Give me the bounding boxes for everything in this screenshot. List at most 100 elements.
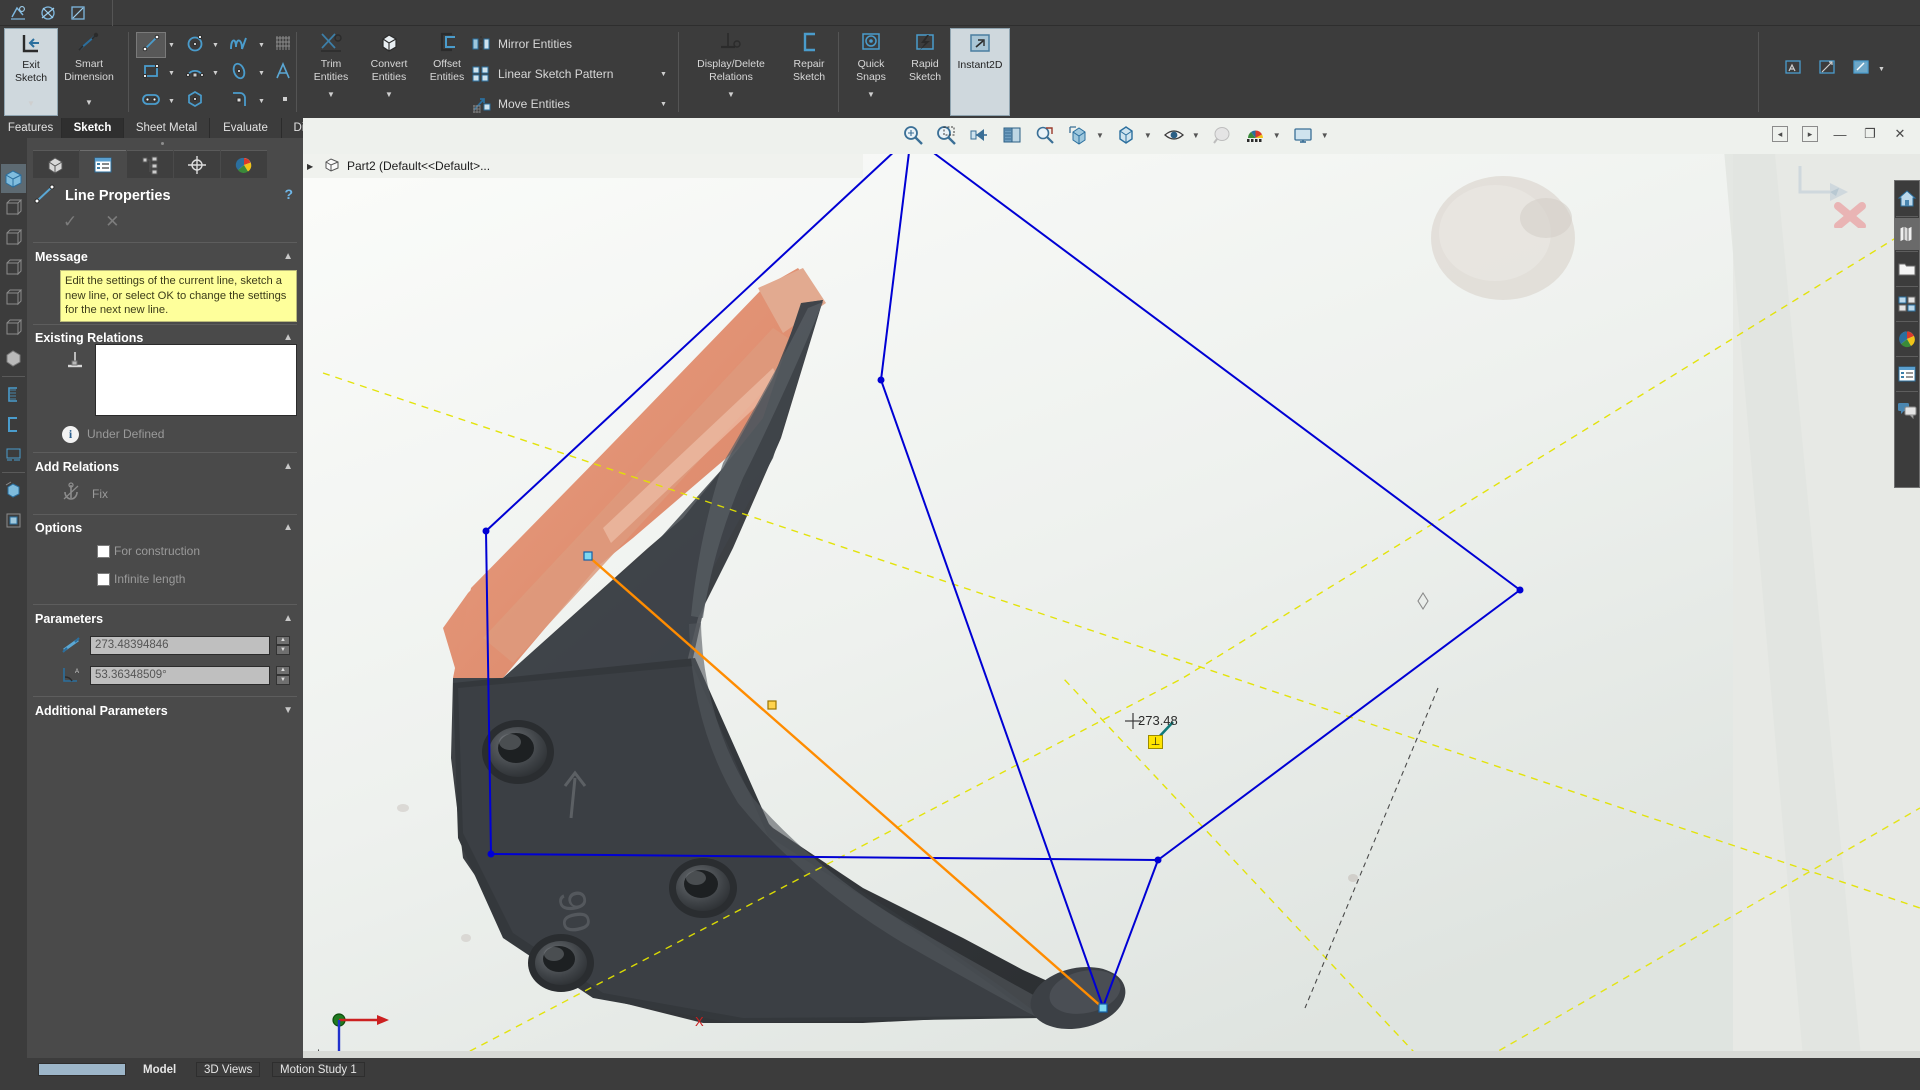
line-dropdown-icon[interactable]: ▼: [168, 42, 175, 49]
bottom-tab-model[interactable]: Model: [136, 1062, 184, 1077]
document-thumbnail[interactable]: [38, 1063, 126, 1076]
polygon-tool-button[interactable]: [180, 88, 210, 114]
sketch-canvas[interactable]: 90: [303, 118, 1920, 1083]
rebuild-icon[interactable]: [6, 2, 30, 24]
top-view-icon[interactable]: [1, 224, 26, 253]
smart-dimension-button[interactable]: Smart Dimension ▼: [62, 28, 116, 109]
rectangle-dropdown-icon[interactable]: ▼: [168, 70, 175, 77]
circle-tool-button[interactable]: [180, 32, 210, 58]
existing-relations-collapse-icon[interactable]: ▲: [283, 332, 293, 343]
spline-dropdown-icon[interactable]: ▼: [258, 42, 265, 49]
tab-features[interactable]: Features: [0, 118, 62, 138]
rectangle-tool-button[interactable]: [136, 60, 166, 86]
for-construction-checkbox[interactable]: [97, 544, 110, 558]
sketch-rebuild-icon[interactable]: [66, 2, 90, 24]
bottom-tab-motion-study[interactable]: Motion Study 1: [272, 1062, 365, 1077]
horizontal-scrollbar[interactable]: [303, 1051, 1920, 1058]
zoom-to-fit-icon[interactable]: [898, 120, 928, 150]
repair-sketch-button[interactable]: Repair Sketch: [782, 28, 836, 83]
tab-evaluate[interactable]: Evaluate: [210, 118, 282, 138]
design-library-icon[interactable]: [1895, 218, 1919, 250]
view-settings-icon[interactable]: [1288, 120, 1318, 150]
help-icon[interactable]: ?: [284, 186, 293, 202]
perpendicular-relation-badge[interactable]: ⊥: [1148, 735, 1163, 749]
move-entities-button[interactable]: Move Entities: [470, 92, 570, 116]
add-relations-collapse-icon[interactable]: ▲: [283, 461, 293, 472]
offset-entities-button[interactable]: Offset Entities: [420, 28, 474, 83]
apply-scene-dropdown-icon[interactable]: ▼: [1273, 131, 1281, 140]
solidworks-forum-icon[interactable]: [1895, 393, 1919, 425]
parameters-collapse-icon[interactable]: ▲: [283, 613, 293, 624]
sketch-picture-button[interactable]: [1778, 56, 1808, 82]
quick-snaps-button[interactable]: Quick Snaps ▼: [844, 28, 898, 101]
rebuild-all-icon[interactable]: [36, 2, 60, 24]
maximize-icon[interactable]: ❐: [1862, 126, 1878, 142]
linear-sketch-pattern-button[interactable]: Linear Sketch Pattern: [470, 62, 613, 86]
edit-appearance-icon[interactable]: [1207, 120, 1237, 150]
display-style-dropdown-icon[interactable]: ▼: [1144, 131, 1152, 140]
isometric-view-icon[interactable]: [1, 164, 26, 193]
options-collapse-icon[interactable]: ▲: [283, 522, 293, 533]
dimxpert-manager-tab[interactable]: [174, 150, 220, 178]
back-view-icon[interactable]: [1, 284, 26, 313]
view-palette-icon[interactable]: [1895, 288, 1919, 320]
mirror-entities-button[interactable]: Mirror Entities: [470, 32, 572, 56]
right-view-icon[interactable]: [1, 254, 26, 283]
ellipse-dropdown-icon[interactable]: ▼: [258, 70, 265, 77]
close-icon[interactable]: ✕: [1892, 126, 1908, 142]
file-explorer-icon[interactable]: [1895, 253, 1919, 285]
sketch-ink-button[interactable]: [1846, 56, 1876, 82]
spline-tool-button[interactable]: [224, 32, 254, 58]
smart-dimension-dropdown-icon[interactable]: ▼: [85, 97, 93, 109]
apply-scene-icon[interactable]: [1240, 120, 1270, 150]
line-tool-button[interactable]: [136, 32, 166, 58]
fix-relation-button[interactable]: Fix: [60, 482, 108, 505]
front-view-icon[interactable]: [1, 194, 26, 223]
appearance-icon[interactable]: [1, 476, 26, 505]
scene-icon[interactable]: [1, 506, 26, 535]
trim-entities-button[interactable]: Trim Entities ▼: [304, 28, 358, 101]
additional-parameters-expand-icon[interactable]: ▼: [283, 705, 293, 716]
property-manager-tab[interactable]: [80, 150, 126, 178]
configuration-manager-tab[interactable]: [127, 150, 173, 178]
tab-sketch[interactable]: Sketch: [62, 118, 124, 138]
length-input[interactable]: 273.48394846: [90, 635, 270, 655]
display-style-icon[interactable]: [1, 410, 26, 439]
shaded-view-icon[interactable]: [1, 344, 26, 373]
hide-show-icon[interactable]: [1, 440, 26, 469]
infinite-length-option[interactable]: Infinite length: [97, 572, 185, 586]
exit-sketch-dropdown-icon[interactable]: ▼: [27, 98, 35, 110]
restore-right-icon[interactable]: ▸: [1802, 126, 1818, 142]
section-view-icon[interactable]: [1, 380, 26, 409]
chevron-right-icon[interactable]: ▶: [307, 162, 317, 171]
circle-dropdown-icon[interactable]: ▼: [212, 42, 219, 49]
bottom-view-icon[interactable]: [1, 314, 26, 343]
cancel-x-icon[interactable]: ✕: [105, 212, 119, 232]
display-manager-tab[interactable]: [221, 150, 267, 178]
dimension-value-label[interactable]: 273.48: [1138, 713, 1178, 728]
exit-sketch-button[interactable]: Exit Sketch ▼: [4, 28, 58, 116]
appearances-scenes-icon[interactable]: [1895, 323, 1919, 355]
trim-dropdown-icon[interactable]: ▼: [327, 89, 335, 101]
sketch-scale-button[interactable]: [1812, 56, 1842, 82]
linear-pattern-dropdown-icon[interactable]: ▼: [660, 71, 667, 78]
restore-left-icon[interactable]: ◂: [1772, 126, 1788, 142]
hide-show-dropdown-icon[interactable]: ▼: [1192, 131, 1200, 140]
fillet-tool-button[interactable]: [224, 88, 254, 114]
bottom-tab-3d-views[interactable]: 3D Views: [196, 1062, 261, 1077]
existing-relations-list[interactable]: [95, 344, 297, 416]
slot-dropdown-icon[interactable]: ▼: [168, 98, 175, 105]
display-delete-relations-dropdown-icon[interactable]: ▼: [727, 89, 735, 101]
sketch-text-tool-button[interactable]: [268, 60, 298, 86]
custom-properties-icon[interactable]: [1895, 358, 1919, 390]
feature-tree-row[interactable]: ▶ Part2 (Default<<Default>...: [303, 154, 863, 178]
view-orientation-dropdown-icon[interactable]: ▼: [1096, 131, 1104, 140]
fillet-dropdown-icon[interactable]: ▼: [258, 98, 265, 105]
rapid-sketch-button[interactable]: Rapid Sketch: [898, 28, 952, 83]
arc-dropdown-icon[interactable]: ▼: [212, 70, 219, 77]
feature-manager-tab[interactable]: [33, 150, 79, 178]
sketch-ink-dropdown-icon[interactable]: ▼: [1878, 66, 1885, 73]
section-view-icon[interactable]: [997, 120, 1027, 150]
quick-snaps-dropdown-icon[interactable]: ▼: [867, 89, 875, 101]
display-delete-relations-button[interactable]: Display/Delete Relations ▼: [684, 28, 778, 101]
